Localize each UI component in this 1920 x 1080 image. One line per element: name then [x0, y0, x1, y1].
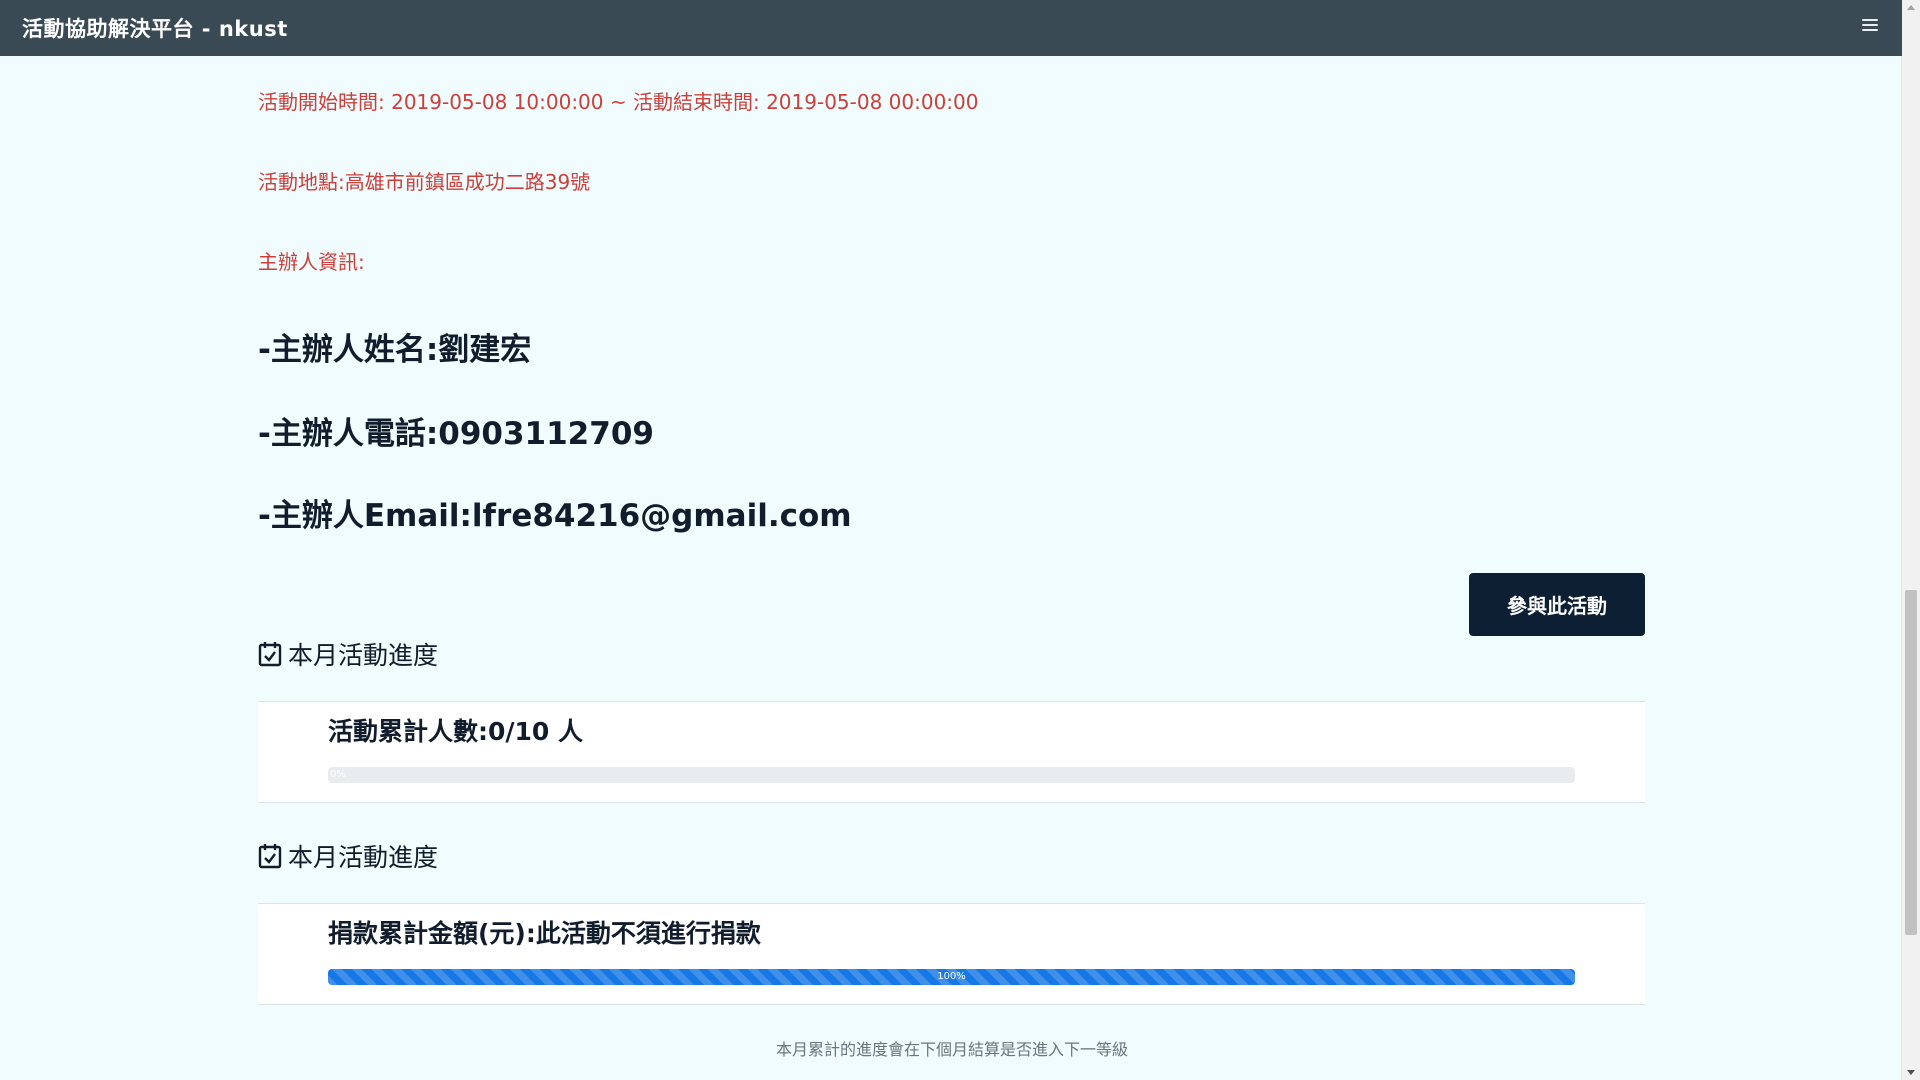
page-scrollbar[interactable]: [1901, 0, 1920, 1080]
donation-progress-card: 捐款累計金額(元):此活動不須進行捐款 100%: [258, 903, 1645, 1005]
monthly-progress-title-2: 本月活動進度: [258, 838, 438, 874]
scroll-down-arrow-icon[interactable]: [1907, 1070, 1915, 1075]
scrollbar-thumb[interactable]: [1905, 590, 1917, 935]
donation-amount-text: 捐款累計金額(元):此活動不須進行捐款: [328, 919, 761, 948]
section-title-label: 本月活動進度: [288, 641, 439, 670]
section-title-label: 本月活動進度: [288, 843, 439, 872]
event-location-text: 活動地點:高雄市前鎮區成功二路39號: [258, 170, 591, 194]
participants-progress-fill: 0%: [330, 769, 346, 780]
hamburger-menu-icon[interactable]: [1862, 19, 1878, 35]
participants-progress-bar: 0%: [328, 767, 1575, 783]
donation-progress-bar: 100%: [328, 969, 1575, 985]
scroll-up-arrow-icon[interactable]: [1907, 5, 1915, 10]
event-time-text: 活動開始時間: 2019-05-08 10:00:00 ~ 活動結束時間: 20…: [258, 90, 979, 114]
donation-progress-fill: 100%: [328, 969, 1575, 985]
progress-footer-note: 本月累計的進度會在下個月結算是否進入下一等級: [775, 1040, 1128, 1059]
participants-progress-card: 活動累計人數:0/10 人 0%: [258, 701, 1645, 803]
organizer-name: -主辦人姓名:劉建宏: [258, 332, 532, 368]
top-navbar: 活動協助解決平台 - nkust: [0, 0, 1902, 56]
calendar-check-icon: [258, 844, 282, 869]
organizer-phone: -主辦人電話:0903112709: [258, 416, 654, 452]
calendar-check-icon: [258, 642, 282, 667]
join-event-button[interactable]: 參與此活動: [1469, 573, 1645, 636]
navbar-brand[interactable]: 活動協助解決平台 - nkust: [22, 13, 288, 43]
participants-count-text: 活動累計人數:0/10 人: [328, 717, 584, 746]
organizer-info-heading: 主辦人資訊:: [258, 250, 365, 274]
organizer-email: -主辦人Email:lfre84216@gmail.com: [258, 498, 852, 534]
monthly-progress-title-1: 本月活動進度: [258, 636, 438, 672]
